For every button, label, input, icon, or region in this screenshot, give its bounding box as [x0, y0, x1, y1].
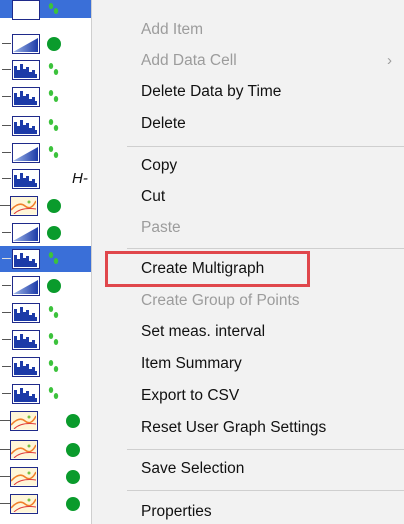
tree-row[interactable] — [0, 464, 96, 490]
footprint-icon — [48, 360, 59, 372]
tree-row[interactable] — [0, 408, 96, 434]
histogram-thumbnail-icon — [12, 169, 40, 189]
menu-item-properties[interactable]: Properties — [92, 496, 404, 524]
menu-item-add-item[interactable]: Add Item — [92, 14, 404, 46]
footprint-icon — [48, 252, 59, 264]
histogram-thumbnail-icon — [12, 0, 40, 20]
menu-item-delete-data-by-time[interactable]: Delete Data by Time — [92, 76, 404, 108]
tree-row[interactable] — [0, 300, 96, 326]
menu-item-save-selection[interactable]: Save Selection — [92, 453, 404, 485]
screen: H- Add Item Add Data Cell › Delete Data … — [0, 0, 404, 524]
map-thumbnail-icon — [10, 411, 38, 431]
histogram-thumbnail-icon — [12, 249, 40, 269]
menu-item-label: Add Item — [141, 21, 204, 38]
menu-item-label: Properties — [141, 503, 212, 520]
menu-item-label: Reset User Graph Settings — [141, 419, 327, 436]
footprint-icon — [48, 387, 59, 399]
menu-item-label: Create Multigraph — [141, 260, 265, 277]
status-dot-icon — [47, 279, 61, 293]
footprint-icon — [48, 306, 59, 318]
menu-item-label: Delete — [141, 115, 186, 132]
menu-separator — [127, 449, 404, 450]
histogram-thumbnail-icon — [12, 303, 40, 323]
menu-item-label: Delete Data by Time — [141, 83, 282, 100]
map-thumbnail-icon — [10, 467, 38, 487]
tree-row[interactable] — [0, 327, 96, 353]
status-dot-icon — [66, 470, 80, 484]
histogram-thumbnail-icon — [12, 60, 40, 80]
line-graph-thumbnail-icon — [12, 223, 40, 243]
histogram-thumbnail-icon — [12, 116, 40, 136]
map-thumbnail-icon — [10, 196, 38, 216]
status-dot-icon — [47, 199, 61, 213]
tree-row[interactable] — [0, 381, 96, 407]
tree-row-label: H- — [72, 170, 88, 187]
context-menu: Add Item Add Data Cell › Delete Data by … — [91, 0, 404, 524]
menu-item-label: Cut — [141, 188, 166, 205]
menu-separator — [127, 248, 404, 249]
menu-item-label: Paste — [141, 219, 181, 236]
footprint-icon — [48, 119, 59, 131]
menu-item-set-meas-interval[interactable]: Set meas. interval — [92, 316, 404, 348]
tree-row[interactable] — [0, 354, 96, 380]
tree-row[interactable] — [0, 0, 96, 20]
footprint-icon — [48, 333, 59, 345]
menu-item-delete[interactable]: Delete — [92, 108, 404, 140]
menu-item-cut[interactable]: Cut — [92, 181, 404, 213]
menu-item-label: Copy — [141, 157, 178, 174]
line-graph-thumbnail-icon — [12, 34, 40, 54]
menu-item-item-summary[interactable]: Item Summary — [92, 348, 404, 380]
menu-item-label: Add Data Cell — [141, 52, 237, 69]
map-thumbnail-icon — [10, 440, 38, 460]
menu-item-label: Item Summary — [141, 355, 242, 372]
menu-item-label: Save Selection — [141, 460, 245, 477]
footprint-icon — [48, 63, 59, 75]
menu-item-paste[interactable]: Paste — [92, 212, 404, 244]
line-graph-thumbnail-icon — [12, 143, 40, 163]
tree-row[interactable] — [0, 31, 96, 57]
menu-item-label: Set meas. interval — [141, 323, 266, 340]
status-dot-icon — [66, 414, 80, 428]
tree-row[interactable] — [0, 113, 96, 139]
status-dot-icon — [66, 443, 80, 457]
tree-row[interactable] — [0, 220, 96, 246]
histogram-thumbnail-icon — [12, 357, 40, 377]
menu-item-label: Create Group of Points — [141, 292, 300, 309]
menu-item-label: Export to CSV — [141, 387, 240, 404]
menu-separator — [127, 490, 404, 491]
tree-row[interactable] — [0, 57, 96, 83]
histogram-thumbnail-icon — [12, 87, 40, 107]
tree-row[interactable] — [0, 84, 96, 110]
tree-row[interactable]: H- — [0, 166, 96, 192]
tree-row[interactable] — [0, 140, 96, 166]
menu-item-add-data-cell[interactable]: Add Data Cell › — [92, 45, 404, 77]
status-dot-icon — [47, 226, 61, 240]
map-thumbnail-icon — [10, 494, 38, 514]
menu-separator — [127, 146, 404, 147]
line-graph-thumbnail-icon — [12, 276, 40, 296]
tree-row[interactable] — [0, 273, 96, 299]
menu-item-create-multigraph[interactable]: Create Multigraph — [92, 253, 404, 285]
menu-item-reset-user-graph-settings[interactable]: Reset User Graph Settings — [92, 412, 404, 444]
tree-row[interactable] — [0, 437, 96, 463]
histogram-thumbnail-icon — [12, 330, 40, 350]
menu-item-create-group-of-points[interactable]: Create Group of Points — [92, 285, 404, 317]
tree-row[interactable] — [0, 193, 96, 219]
tree-row-selected[interactable] — [0, 246, 96, 272]
footprint-icon — [48, 90, 59, 102]
status-dot-icon — [66, 497, 80, 511]
tree-row[interactable] — [0, 491, 96, 517]
footprint-icon — [48, 146, 59, 158]
menu-item-copy[interactable]: Copy — [92, 150, 404, 182]
footprint-icon — [48, 3, 59, 14]
status-dot-icon — [47, 37, 61, 51]
submenu-arrow-icon: › — [387, 52, 392, 69]
menu-item-export-to-csv[interactable]: Export to CSV — [92, 380, 404, 412]
histogram-thumbnail-icon — [12, 384, 40, 404]
